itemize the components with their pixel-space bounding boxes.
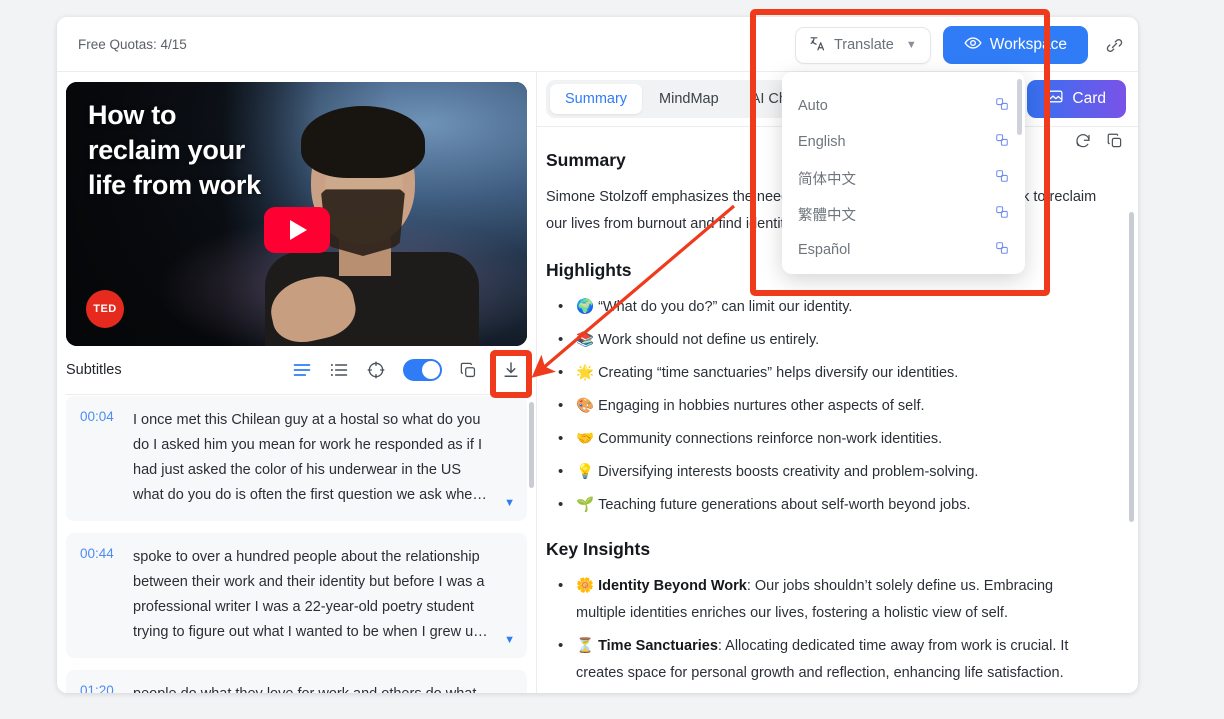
left-pane: How to reclaim your life from work TED S… <box>57 72 537 693</box>
highlight-emoji: 🌱 <box>576 497 595 513</box>
dropdown-item-label: English <box>798 134 846 150</box>
list-item: 🌍“What do you do?” can limit our identit… <box>546 293 1106 321</box>
panel-tabs: Summary MindMap AI Chat <box>546 80 819 118</box>
translate-small-icon <box>995 205 1009 223</box>
list-item: 🌱Teaching future generations about self-… <box>546 491 1106 519</box>
workspace-button[interactable]: Workspace <box>942 26 1088 64</box>
video-title-line-2: reclaim your <box>88 135 245 165</box>
highlight-emoji: 💡 <box>576 464 595 480</box>
dropdown-item-espanol[interactable]: Español <box>782 232 1025 268</box>
dropdown-item-english[interactable]: English <box>782 124 1025 160</box>
dropdown-scrollbar[interactable] <box>1017 79 1022 135</box>
highlight-emoji: 🤝 <box>576 431 595 447</box>
list-item[interactable]: 01:20 people do what they love for work … <box>66 670 527 693</box>
list-item: 🌟Creating “time sanctuaries” helps diver… <box>546 359 1106 387</box>
translate-button-label: Translate <box>833 37 894 53</box>
tab-mindmap[interactable]: MindMap <box>644 84 734 114</box>
list-view-icon[interactable] <box>329 360 349 380</box>
list-item: 🤝Community connections reinforce non-wor… <box>546 425 1106 453</box>
highlights-list: 🌍“What do you do?” can limit our identit… <box>546 293 1106 519</box>
subtitle-text: I once met this Chilean guy at a hostal … <box>133 412 487 503</box>
translate-button[interactable]: Translate ▼ <box>794 26 931 64</box>
translate-icon <box>809 35 826 56</box>
caret-down-icon[interactable]: ▼ <box>504 634 515 646</box>
ted-logo-badge: TED <box>86 290 124 328</box>
highlight-text: Diversifying interests boosts creativity… <box>598 464 979 480</box>
highlight-emoji: 📚 <box>576 332 595 348</box>
dropdown-item-simplified-chinese[interactable]: 简体中文 <box>782 160 1025 196</box>
insight-emoji: 🌼 <box>576 578 595 594</box>
card-button[interactable]: Card <box>1027 80 1126 118</box>
subtitle-text: spoke to over a hundred people about the… <box>133 549 488 640</box>
dropdown-item-label: Español <box>798 242 851 258</box>
youtube-play-icon[interactable] <box>263 206 330 253</box>
list-item: 💡Diversifying interests boosts creativit… <box>546 458 1106 486</box>
subtitle-timestamp[interactable]: 01:20 <box>80 682 120 693</box>
free-quota-label: Free Quotas: 4/15 <box>78 36 187 52</box>
highlight-text: Creating “time sanctuaries” helps divers… <box>598 365 959 381</box>
list-item: 🎨Engaging in hobbies nurtures other aspe… <box>546 392 1106 420</box>
copy-icon[interactable] <box>459 361 478 380</box>
target-icon[interactable] <box>366 360 386 380</box>
dropdown-item-label: 简体中文 <box>798 171 856 188</box>
caret-down-icon[interactable]: ▼ <box>504 497 515 509</box>
eye-icon <box>964 34 982 57</box>
insight-title: Time Sanctuaries <box>598 638 718 654</box>
key-insights-heading: Key Insights <box>546 539 651 559</box>
dropdown-item-traditional-chinese[interactable]: 繁體中文 <box>782 196 1025 232</box>
translate-small-icon <box>995 169 1009 187</box>
dropdown-item-auto[interactable]: Auto <box>782 88 1025 124</box>
download-icon[interactable] <box>495 356 527 384</box>
subtitle-text: people do what they love for work and ot… <box>133 682 476 693</box>
highlight-text: Engaging in hobbies nurtures other aspec… <box>598 398 925 414</box>
list-item: 🌼Identity Beyond Work: Our jobs shouldn’… <box>546 572 1106 627</box>
paragraph-view-icon[interactable] <box>292 360 312 380</box>
image-card-icon <box>1047 88 1064 110</box>
card-button-label: Card <box>1072 90 1106 107</box>
list-item: ⏳Time Sanctuaries: Allocating dedicated … <box>546 632 1106 687</box>
highlight-text: Work should not define us entirely. <box>598 332 820 348</box>
key-insights-list: 🌼Identity Beyond Work: Our jobs shouldn’… <box>546 572 1106 693</box>
subtitle-list[interactable]: 00:04 I once met this Chilean guy at a h… <box>66 396 527 693</box>
video-player[interactable]: How to reclaim your life from work TED <box>66 82 527 346</box>
insight-title: Identity Beyond Work <box>598 578 747 594</box>
translate-small-icon <box>995 97 1009 115</box>
subtitles-label: Subtitles <box>66 362 122 378</box>
translate-small-icon <box>995 241 1009 259</box>
app-header: Free Quotas: 4/15 Translate ▼ Workspace <box>57 17 1138 72</box>
workspace-button-label: Workspace <box>989 36 1067 53</box>
subtitle-timestamp[interactable]: 00:04 <box>80 408 120 508</box>
chevron-down-icon: ▼ <box>905 39 917 51</box>
dropdown-item-label: Auto <box>798 98 828 114</box>
tab-summary[interactable]: Summary <box>550 84 643 114</box>
highlight-emoji: 🌟 <box>576 365 595 381</box>
highlight-text: “What do you do?” can limit our identity… <box>598 299 853 315</box>
video-title: How to reclaim your life from work <box>88 98 261 203</box>
highlight-emoji: 🌍 <box>576 299 595 315</box>
video-title-line-3: life from work <box>88 170 261 200</box>
subtitle-scrollbar[interactable] <box>529 402 534 488</box>
list-item[interactable]: 00:44 spoke to over a hundred people abo… <box>66 533 527 658</box>
list-item: 📚Work should not define us entirely. <box>546 326 1106 354</box>
header-actions: Translate ▼ Workspace <box>794 26 1128 64</box>
list-item[interactable]: 00:04 I once met this Chilean guy at a h… <box>66 396 527 521</box>
subtitles-tools <box>292 356 527 384</box>
subtitle-timestamp[interactable]: 00:44 <box>80 545 120 645</box>
insight-emoji: ⏳ <box>576 638 595 654</box>
translate-dropdown[interactable]: Auto English 简体中文 繁體中文 Español <box>782 72 1025 274</box>
link-icon[interactable] <box>1100 31 1128 59</box>
summary-scrollbar[interactable] <box>1129 212 1134 522</box>
highlight-text: Teaching future generations about self-w… <box>598 497 971 513</box>
subtitles-toolbar: Subtitles <box>66 346 527 395</box>
highlight-emoji: 🎨 <box>576 398 595 414</box>
video-title-line-1: How to <box>88 100 177 130</box>
autoscroll-toggle[interactable] <box>403 359 442 381</box>
translate-small-icon <box>995 133 1009 151</box>
highlight-text: Community connections reinforce non-work… <box>598 431 943 447</box>
dropdown-item-label: 繁體中文 <box>798 207 856 224</box>
